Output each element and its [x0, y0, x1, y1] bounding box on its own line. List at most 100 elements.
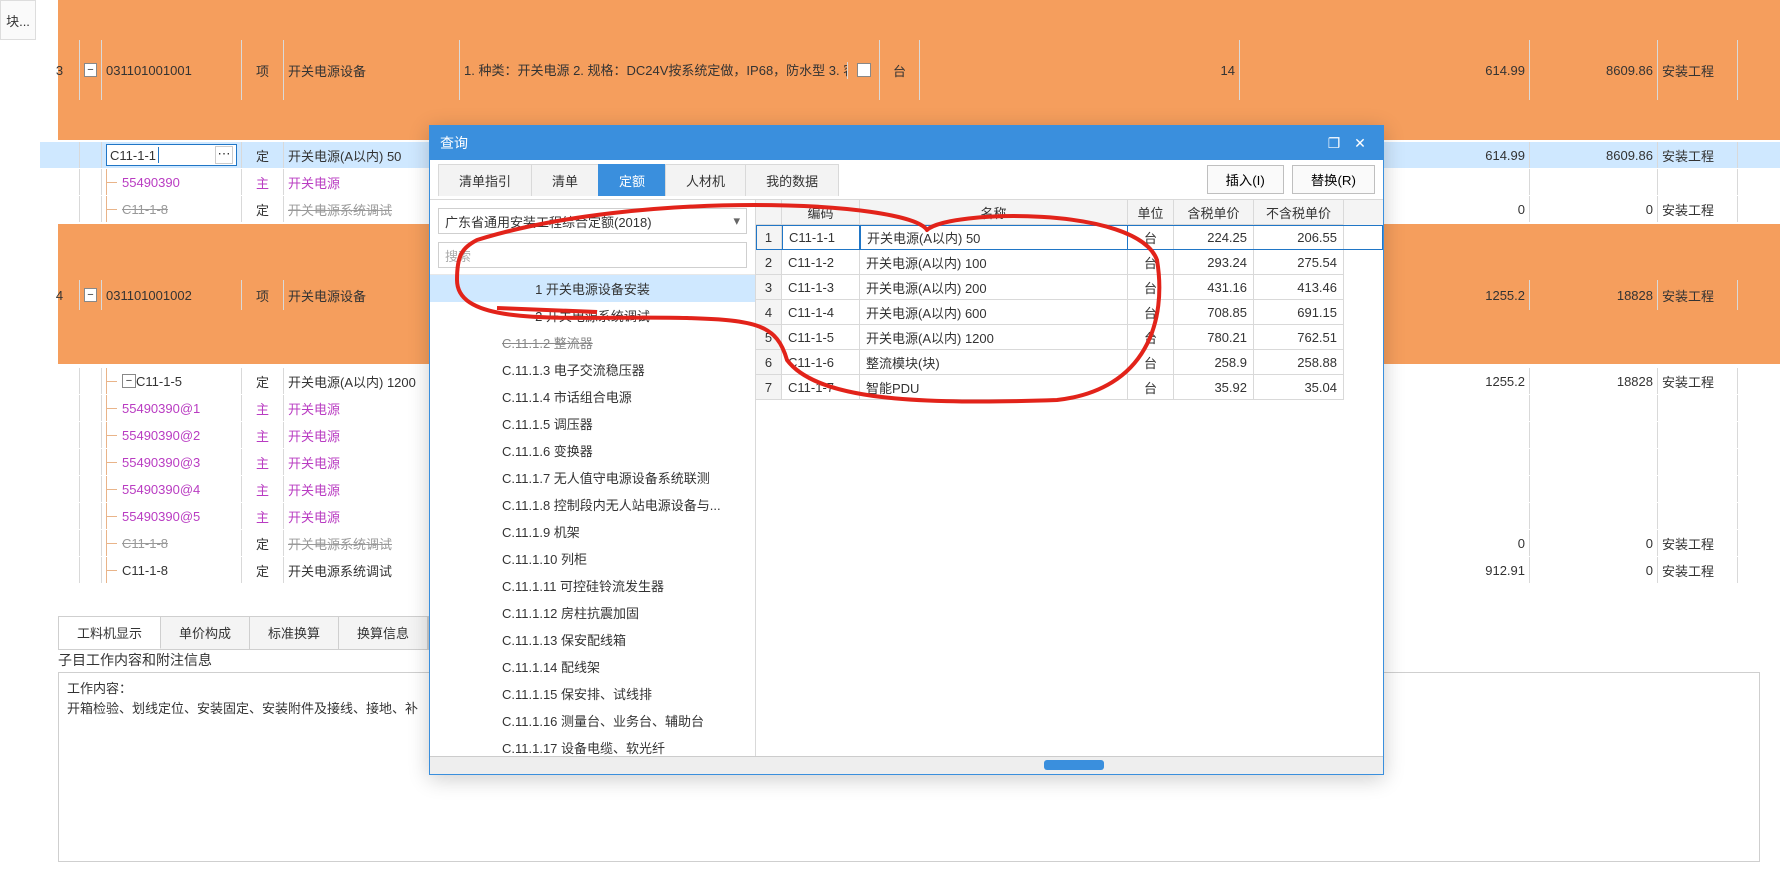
category-item[interactable]: C.11.1.14 配线架 — [430, 653, 755, 680]
norm-dropdown[interactable]: 广东省通用安装工程综合定额(2018) — [438, 208, 747, 234]
category-item[interactable]: 2 开关电源系统调试 — [430, 302, 755, 329]
list-row[interactable]: 3 − 031101001001 项 开关电源设备 1. 种类：开关电源 2. … — [40, 40, 1780, 100]
category-item[interactable]: 1 开关电源设备安装 — [430, 275, 755, 302]
item-qty: 14 — [920, 40, 1240, 100]
replace-button[interactable]: 替换(R) — [1292, 165, 1375, 194]
result-code: C11-1-1 — [782, 225, 860, 250]
category-item[interactable]: C.11.1.6 变换器 — [430, 437, 755, 464]
category-item[interactable]: C.11.1.4 市话组合电源 — [430, 383, 755, 410]
sub-code: 55490390 — [102, 169, 242, 195]
dialog-titlebar[interactable]: 查询 ❐ ✕ — [430, 126, 1383, 160]
sub-code: 55490390@4 — [102, 476, 242, 502]
col-code: 编码 — [782, 200, 860, 225]
sub-type: 主 — [242, 395, 284, 421]
result-header: 编码 名称 单位 含税单价 不含税单价 — [756, 200, 1383, 225]
sub-type: 定 — [242, 196, 284, 222]
sub-amount: 0 — [1530, 530, 1658, 556]
tab-std[interactable]: 标准换算 — [250, 617, 339, 649]
sub-code: 55490390@1 — [102, 395, 242, 421]
tab-price[interactable]: 单价构成 — [161, 617, 250, 649]
sub-type: 定 — [242, 142, 284, 168]
maximize-icon[interactable]: ❐ — [1321, 132, 1347, 154]
sub-category — [1658, 449, 1738, 475]
sub-code: 55490390@5 — [102, 503, 242, 529]
category-item[interactable]: C.11.1.13 保安配线箱 — [430, 626, 755, 653]
category-item[interactable]: C.11.1.15 保安排、试线排 — [430, 680, 755, 707]
search-input[interactable]: 搜索 — [438, 242, 747, 268]
result-name: 开关电源(A以内) 50 — [860, 225, 1128, 250]
collapse-icon[interactable]: − — [122, 374, 136, 388]
category-item[interactable]: C.11.1.2 整流器 — [430, 329, 755, 356]
result-price-tax: 293.24 — [1174, 250, 1254, 275]
dialog-tab[interactable]: 人材机 — [665, 164, 746, 196]
result-index: 6 — [756, 350, 782, 375]
category-tree[interactable]: 1 开关电源设备安装2 开关电源系统调试C.11.1.2 整流器C.11.1.3… — [430, 274, 755, 756]
category-item[interactable]: C.11.1.11 可控硅铃流发生器 — [430, 572, 755, 599]
result-row[interactable]: 3C11-1-3开关电源(A以内) 200台431.16413.46 — [756, 275, 1383, 300]
result-code: C11-1-7 — [782, 375, 860, 400]
sub-category — [1658, 503, 1738, 529]
sub-code: 55490390@2 — [102, 422, 242, 448]
result-index: 3 — [756, 275, 782, 300]
dialog-tab[interactable]: 我的数据 — [745, 164, 839, 196]
result-price-notax: 413.46 — [1254, 275, 1344, 300]
category-item[interactable]: C.11.1.10 列柜 — [430, 545, 755, 572]
result-row[interactable]: 4C11-1-4开关电源(A以内) 600台708.85691.15 — [756, 300, 1383, 325]
result-price-tax: 35.92 — [1174, 375, 1254, 400]
dialog-tabs: 清单指引清单定额人材机我的数据 — [438, 164, 838, 196]
col-name: 名称 — [860, 200, 1128, 225]
category-item[interactable]: C.11.1.9 机架 — [430, 518, 755, 545]
dialog-tab[interactable]: 清单 — [531, 164, 599, 196]
sub-type: 主 — [242, 422, 284, 448]
sub-amount — [1530, 422, 1658, 448]
result-row[interactable]: 2C11-1-2开关电源(A以内) 100台293.24275.54 — [756, 250, 1383, 275]
result-index: 1 — [756, 225, 782, 250]
sub-code: C11-1-8 — [102, 530, 242, 556]
category-item[interactable]: C.11.1.5 调压器 — [430, 410, 755, 437]
sub-category — [1658, 476, 1738, 502]
sub-code: − C11-1-5 — [102, 368, 242, 394]
category-item[interactable]: C.11.1.16 测量台、业务台、辅助台 — [430, 707, 755, 734]
sub-category — [1658, 422, 1738, 448]
sub-category — [1658, 395, 1738, 421]
sub-amount: 8609.86 — [1530, 142, 1658, 168]
category-item[interactable]: C.11.1.8 控制段内无人站电源设备与... — [430, 491, 755, 518]
row-index: 4 — [40, 280, 80, 310]
sub-amount: 18828 — [1530, 368, 1658, 394]
result-unit: 台 — [1128, 250, 1174, 275]
dialog-hscroll-thumb[interactable] — [1044, 760, 1104, 770]
checkbox[interactable] — [857, 63, 871, 77]
result-row[interactable]: 6C11-1-6整流模块(块)台258.9258.88 — [756, 350, 1383, 375]
detail-tabs: 工料机显示 单价构成 标准换算 换算信息 — [58, 616, 429, 650]
row-index: 3 — [40, 40, 80, 100]
category-item[interactable]: C.11.1.7 无人值守电源设备系统联测 — [430, 464, 755, 491]
item-category: 安装工程 — [1658, 280, 1738, 310]
code-edit-input[interactable]: C11-1-1⋯ — [106, 144, 237, 166]
tab-conv[interactable]: 换算信息 — [339, 617, 428, 649]
result-name: 整流模块(块) — [860, 350, 1128, 375]
dialog-tab[interactable]: 定额 — [598, 164, 666, 196]
insert-button[interactable]: 插入(I) — [1207, 165, 1284, 194]
sub-amount — [1530, 395, 1658, 421]
category-item[interactable]: C.11.1.12 房柱抗震加固 — [430, 599, 755, 626]
result-price-tax: 224.25 — [1174, 225, 1254, 250]
lookup-icon[interactable]: ⋯ — [215, 146, 233, 164]
result-name: 智能PDU — [860, 375, 1128, 400]
result-row[interactable]: 5C11-1-5开关电源(A以内) 1200台780.21762.51 — [756, 325, 1383, 350]
item-category: 安装工程 — [1658, 40, 1738, 100]
category-item[interactable]: C.11.1.17 设备电缆、软光纤 — [430, 734, 755, 756]
result-price-notax: 691.15 — [1254, 300, 1344, 325]
result-price-notax: 275.54 — [1254, 250, 1344, 275]
sub-category — [1658, 169, 1738, 195]
result-row[interactable]: 7C11-1-7智能PDU台35.9235.04 — [756, 375, 1383, 400]
item-code: 031101001001 — [102, 40, 242, 100]
result-row[interactable]: 1C11-1-1开关电源(A以内) 50台224.25206.55 — [756, 225, 1383, 250]
category-item[interactable]: C.11.1.3 电子交流稳压器 — [430, 356, 755, 383]
detail-caption: 子目工作内容和附注信息 — [58, 650, 212, 670]
tab-material[interactable]: 工料机显示 — [59, 617, 161, 649]
result-code: C11-1-3 — [782, 275, 860, 300]
dialog-tab[interactable]: 清单指引 — [438, 164, 532, 196]
collapse-icon[interactable]: − — [84, 63, 97, 77]
collapse-icon[interactable]: − — [84, 288, 97, 302]
close-icon[interactable]: ✕ — [1347, 132, 1373, 154]
